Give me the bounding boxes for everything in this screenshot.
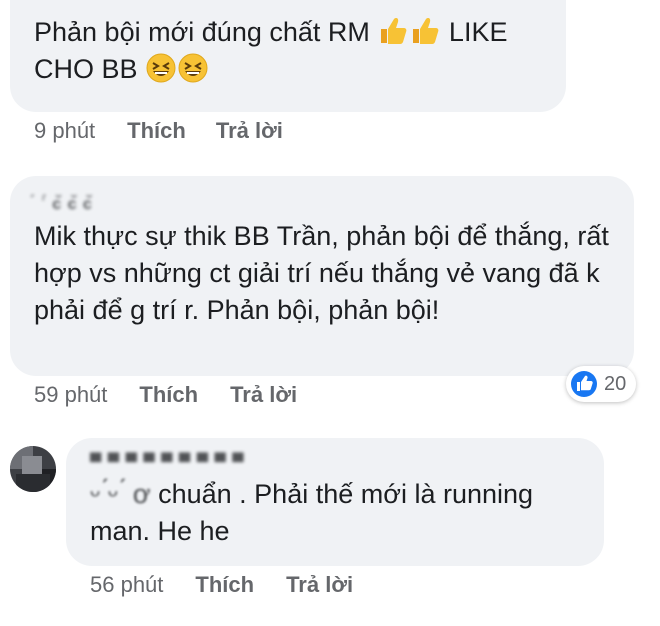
comment-text: chuẩn . Phải thế mới là running man. He … (90, 479, 534, 546)
reply-button[interactable]: Trả lời (216, 118, 283, 144)
comment-author[interactable]: ́ ˈ́ c̆ c̆ c̆ (34, 196, 614, 214)
comment-text: Phản bội mới đúng chất RM LIKE (34, 14, 566, 51)
reply-button[interactable]: Trả lời (286, 572, 353, 598)
comment-text-line-2: CHO BB (34, 54, 138, 84)
like-button[interactable]: Thích (127, 118, 186, 144)
comment-bubble-1: Phản bội mới đúng chất RM LIKE CHO BB (10, 0, 566, 112)
comment-text-row: ᵕ ́ᵕ ́ ơ chuẩn . Phải thế mới là running… (90, 476, 584, 550)
comment-text-line-2-row: CHO BB (34, 51, 566, 88)
comment-text: Mik thực sự thik BB Trần, phản bội để th… (34, 221, 609, 325)
comment-text-line-1: Phản bội mới đúng chất RM (34, 17, 370, 47)
comment-actions-2: 59 phút Thích Trả lời (34, 382, 297, 408)
comment-actions-1: 9 phút Thích Trả lời (34, 118, 283, 144)
comment-thread: Phản bội mới đúng chất RM LIKE CHO BB 9 … (0, 0, 660, 626)
reaction-count: 20 (604, 372, 627, 395)
comment-actions-3: 56 phút Thích Trả lời (90, 572, 353, 598)
grinning-squinting-face-icon (145, 52, 177, 84)
thumbs-up-icon (377, 15, 409, 47)
user-avatar-icon[interactable] (10, 446, 56, 492)
comment-bubble-3: ▀ ▀ ▀ ▀ ▀ ▀ ▀ ▀ ▀ ᵕ ́ᵕ ́ ơ chuẩn . Phải … (66, 438, 604, 566)
comment-timestamp[interactable]: 56 phút (90, 572, 163, 598)
reply-button[interactable]: Trả lời (230, 382, 297, 408)
like-button[interactable]: Thích (139, 382, 198, 408)
thumbs-up-icon (409, 15, 441, 47)
like-button[interactable]: Thích (195, 572, 254, 598)
comment-author[interactable]: ▀ ▀ ▀ ▀ ▀ ▀ ▀ ▀ ▀ (90, 454, 584, 472)
comment-text-prefix: ᵕ ́ᵕ ́ ơ (90, 479, 151, 509)
like-icon (570, 370, 598, 398)
comment-bubble-2: ́ ˈ́ c̆ c̆ c̆ Mik thực sự thik BB Trần, … (10, 176, 634, 376)
comment-timestamp[interactable]: 9 phút (34, 118, 95, 144)
grinning-squinting-face-icon (177, 52, 209, 84)
comment-text-tail: LIKE (448, 17, 508, 47)
comment-timestamp[interactable]: 59 phút (34, 382, 107, 408)
reaction-summary[interactable]: 20 (566, 366, 637, 402)
